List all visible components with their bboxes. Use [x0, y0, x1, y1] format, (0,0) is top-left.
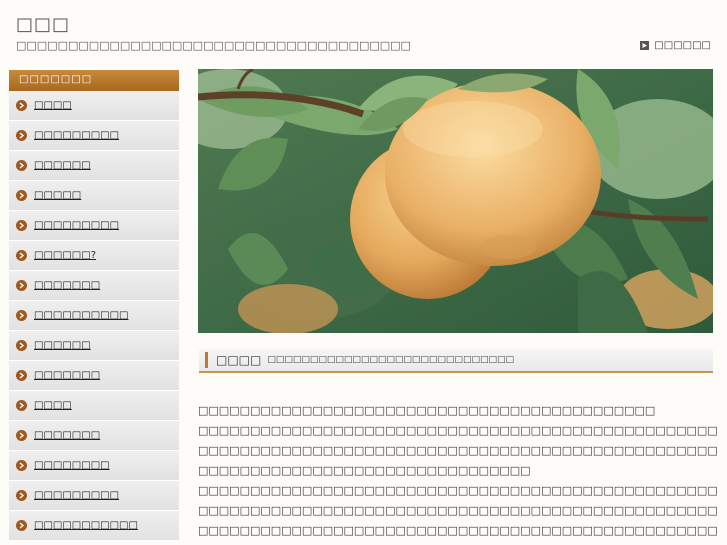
sidebar-heading: □□□□□□□ — [9, 70, 179, 91]
section-accent-bar — [205, 352, 208, 368]
play-arrow-icon — [640, 41, 650, 50]
body-text: □□□□□□□□□□□□□□□□□□□□□□□□□□□□□□□□□□□□□□□□… — [198, 401, 718, 541]
sidebar-item[interactable]: □□□□□□□□□ — [9, 481, 179, 511]
sidebar-item-label[interactable]: □□□□□□□□□ — [34, 220, 119, 231]
chevron-right-icon — [16, 280, 27, 291]
chevron-right-icon — [16, 340, 27, 351]
chevron-right-icon — [16, 460, 27, 471]
section-title: □□□□ — [216, 353, 262, 367]
sidebar-item[interactable]: □□□□□□□□□ — [9, 121, 179, 151]
chevron-right-icon — [16, 430, 27, 441]
section-header: □□□□ □□□□□□□□□□□□□□□□□□□□□□□□□□□□□ — [199, 349, 713, 373]
sidebar-item[interactable]: □□□□□□ — [9, 151, 179, 181]
body-paragraph: □□□□□□□□□□□□□□□□□□□□□□□□□□□□□□□□ — [198, 464, 531, 477]
sidebar-item-label[interactable]: □□□□ — [34, 400, 72, 411]
sidebar-item-label[interactable]: □□□□□□□ — [34, 280, 100, 291]
sidebar-item-label[interactable]: □□□□□ — [34, 190, 81, 201]
sidebar-item[interactable]: □□□□□□? — [9, 241, 179, 271]
body-paragraph: □□□□□□□□□□□□□□□□□□□□□□□□□□□□□□□□□□□□□□□□… — [198, 444, 718, 457]
sidebar-item[interactable]: □□□□ — [9, 91, 179, 121]
sidebar-item-label[interactable]: □□□□□□□□□ — [34, 490, 119, 501]
chevron-right-icon — [16, 160, 27, 171]
body-paragraph: □□□□□□□□□□□□□□□□□□□□□□□□□□□□□□□□□□□□□□□□… — [198, 484, 718, 497]
chevron-right-icon — [16, 370, 27, 381]
sidebar-item[interactable]: □□□□□□□□□□□ — [9, 511, 179, 541]
chevron-right-icon — [16, 190, 27, 201]
sidebar-menu: □□□□□□□ □□□□ □□□□□□□□□ □□□□□□ □□□□□ □□□□□□□□… — [9, 70, 179, 541]
site-description: □□□□□□□□□□□□□□□□□□□□□□□□□□□□□□□□□□□□□□ — [16, 39, 411, 52]
chevron-right-icon — [16, 220, 27, 231]
sidebar-item[interactable]: □□□□ — [9, 391, 179, 421]
sidebar-item-label[interactable]: □□□□□□ — [34, 340, 91, 351]
chevron-right-icon — [16, 310, 27, 321]
site-title: □□□ — [16, 14, 71, 35]
chevron-right-icon — [16, 250, 27, 261]
chevron-right-icon — [16, 490, 27, 501]
body-paragraph: □□□□□□□□□□□□□□□□□□□□□□□□□□□□□□□□□□□□□□□□… — [198, 524, 718, 537]
sidebar-item[interactable]: □□□□□□ — [9, 331, 179, 361]
sidebar-item[interactable]: □□□□□□□ — [9, 271, 179, 301]
top-link-label: □□□□□□ — [654, 40, 711, 51]
body-paragraph: □□□□□□□□□□□□□□□□□□□□□□□□□□□□□□□□□□□□□□□□… — [198, 404, 656, 417]
sidebar-item[interactable]: □□□□□□□□ — [9, 451, 179, 481]
sidebar-item-label[interactable]: □□□□□□? — [34, 250, 96, 261]
chevron-right-icon — [16, 130, 27, 141]
chevron-right-icon — [16, 400, 27, 411]
body-paragraph: □□□□□□□□□□□□□□□□□□□□□□□□□□□□□□□□□□□□□□□□… — [198, 424, 718, 437]
sidebar-item[interactable]: □□□□□□□□□□ — [9, 301, 179, 331]
body-paragraph: □□□□□□□□□□□□□□□□□□□□□□□□□□□□□□□□□□□□□□□□… — [198, 504, 718, 517]
sidebar-item-label[interactable]: □□□□□□□ — [34, 370, 100, 381]
top-link[interactable]: □□□□□□ — [640, 40, 711, 51]
sidebar-item[interactable]: □□□□□ — [9, 181, 179, 211]
sidebar-item-label[interactable]: □□□□□□ — [34, 160, 91, 171]
sidebar-item[interactable]: □□□□□□□ — [9, 361, 179, 391]
chevron-right-icon — [16, 520, 27, 531]
sidebar-item-label[interactable]: □□□□□□□□□□□ — [34, 520, 138, 531]
sidebar-item[interactable]: □□□□□□□ — [9, 421, 179, 451]
section-subtitle: □□□□□□□□□□□□□□□□□□□□□□□□□□□□□ — [267, 355, 514, 365]
sidebar-item-label[interactable]: □□□□□□□□ — [34, 460, 110, 471]
sidebar-item-label[interactable]: □□□□□□□□□□ — [34, 310, 128, 321]
sidebar-item-label[interactable]: □□□□ — [34, 100, 72, 111]
hero-image — [198, 69, 713, 333]
chevron-right-icon — [16, 100, 27, 111]
sidebar-item[interactable]: □□□□□□□□□ — [9, 211, 179, 241]
sidebar-item-label[interactable]: □□□□□□□□□ — [34, 130, 119, 141]
sidebar-item-label[interactable]: □□□□□□□ — [34, 430, 100, 441]
